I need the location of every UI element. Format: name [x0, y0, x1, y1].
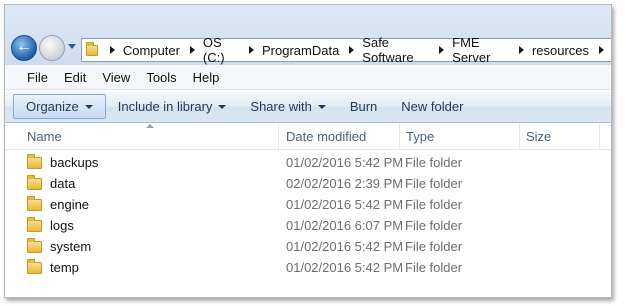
organize-label: Organize — [26, 99, 79, 114]
file-type: File folder — [405, 239, 463, 254]
breadcrumb-os-c[interactable]: OS (C:) — [203, 35, 239, 65]
file-type: File folder — [405, 155, 463, 170]
back-button[interactable]: ← — [11, 35, 37, 61]
list-item[interactable]: data 02/02/2016 2:39 PM File folder — [5, 173, 611, 194]
forward-button[interactable] — [39, 35, 65, 61]
share-with-button[interactable]: Share with — [238, 95, 337, 118]
file-name: engine — [50, 197, 90, 212]
include-in-library-button[interactable]: Include in library — [106, 95, 239, 118]
column-divider[interactable] — [599, 124, 600, 150]
folder-icon — [27, 237, 42, 253]
column-divider[interactable] — [519, 124, 520, 150]
include-label: Include in library — [117, 99, 213, 114]
file-type: File folder — [405, 260, 463, 275]
chevron-right-icon[interactable] — [109, 46, 115, 54]
file-date: 01/02/2016 5:42 PM — [286, 197, 404, 212]
file-date: 02/02/2016 2:39 PM — [286, 176, 404, 191]
file-name: logs — [50, 218, 74, 233]
address-zone: ← Computer OS (C:) ProgramData Safe Soft… — [5, 5, 611, 65]
dropdown-arrow-icon — [218, 104, 227, 109]
file-name: backups — [50, 155, 99, 170]
chevron-right-icon[interactable] — [439, 46, 445, 54]
chevron-right-icon[interactable] — [599, 46, 605, 54]
share-label: Share with — [250, 99, 312, 114]
breadcrumb-programdata[interactable]: ProgramData — [262, 43, 339, 58]
file-date: 01/02/2016 5:42 PM — [286, 155, 404, 170]
column-type[interactable]: Type — [406, 129, 434, 144]
file-name: temp — [50, 260, 79, 275]
recent-pages-dropdown[interactable] — [68, 44, 76, 49]
folder-icon — [86, 41, 98, 56]
list-item[interactable]: system 01/02/2016 5:42 PM File folder — [5, 236, 611, 257]
column-name[interactable]: Name — [27, 129, 62, 144]
menu-file[interactable]: File — [27, 70, 48, 85]
column-divider[interactable] — [278, 124, 279, 150]
list-item[interactable]: logs 01/02/2016 6:07 PM File folder — [5, 215, 611, 236]
organize-button[interactable]: Organize — [13, 94, 106, 119]
file-type: File folder — [405, 218, 463, 233]
file-type: File folder — [405, 176, 463, 191]
breadcrumb-resources[interactable]: resources — [532, 43, 589, 58]
breadcrumb-computer[interactable]: Computer — [123, 43, 180, 58]
breadcrumb-safe-software[interactable]: Safe Software — [362, 35, 429, 65]
file-date: 01/02/2016 5:42 PM — [286, 239, 404, 254]
dropdown-arrow-icon — [84, 104, 93, 109]
menu-bar: File Edit View Tools Help — [5, 65, 611, 90]
chevron-right-icon[interactable] — [189, 46, 195, 54]
menu-tools[interactable]: Tools — [146, 70, 176, 85]
file-list: backups 01/02/2016 5:42 PM File folder d… — [5, 152, 611, 278]
chevron-right-icon[interactable] — [518, 46, 524, 54]
file-name: system — [50, 239, 92, 254]
chevron-right-icon[interactable] — [349, 46, 355, 54]
new-folder-button[interactable]: New folder — [389, 95, 475, 118]
chevron-right-icon[interactable] — [248, 46, 254, 54]
burn-button[interactable]: Burn — [338, 95, 389, 118]
command-bar: Organize Include in library Share with B… — [5, 91, 611, 123]
menu-view[interactable]: View — [102, 70, 130, 85]
dropdown-arrow-icon — [317, 104, 326, 109]
column-header: Name Date modified Type Size — [5, 124, 611, 150]
file-date: 01/02/2016 5:42 PM — [286, 260, 404, 275]
sort-ascending-icon — [146, 124, 154, 128]
column-divider[interactable] — [399, 124, 400, 150]
list-item[interactable]: temp 01/02/2016 5:42 PM File folder — [5, 257, 611, 278]
address-bar[interactable]: Computer OS (C:) ProgramData Safe Softwa… — [81, 35, 611, 65]
menu-edit[interactable]: Edit — [64, 70, 86, 85]
menu-help[interactable]: Help — [193, 70, 220, 85]
list-item[interactable]: backups 01/02/2016 5:42 PM File folder — [5, 152, 611, 173]
folder-icon — [27, 195, 42, 211]
explorer-window: ← Computer OS (C:) ProgramData Safe Soft… — [4, 4, 612, 298]
column-date-modified[interactable]: Date modified — [286, 129, 366, 144]
file-date: 01/02/2016 6:07 PM — [286, 218, 404, 233]
folder-icon — [27, 216, 42, 232]
column-size[interactable]: Size — [526, 129, 551, 144]
file-name: data — [50, 176, 76, 191]
breadcrumb-fme-server[interactable]: FME Server — [452, 35, 509, 65]
folder-icon — [27, 258, 42, 274]
list-item[interactable]: engine 01/02/2016 5:42 PM File folder — [5, 194, 611, 215]
folder-icon — [27, 153, 42, 169]
folder-icon — [27, 174, 42, 190]
file-type: File folder — [405, 197, 463, 212]
